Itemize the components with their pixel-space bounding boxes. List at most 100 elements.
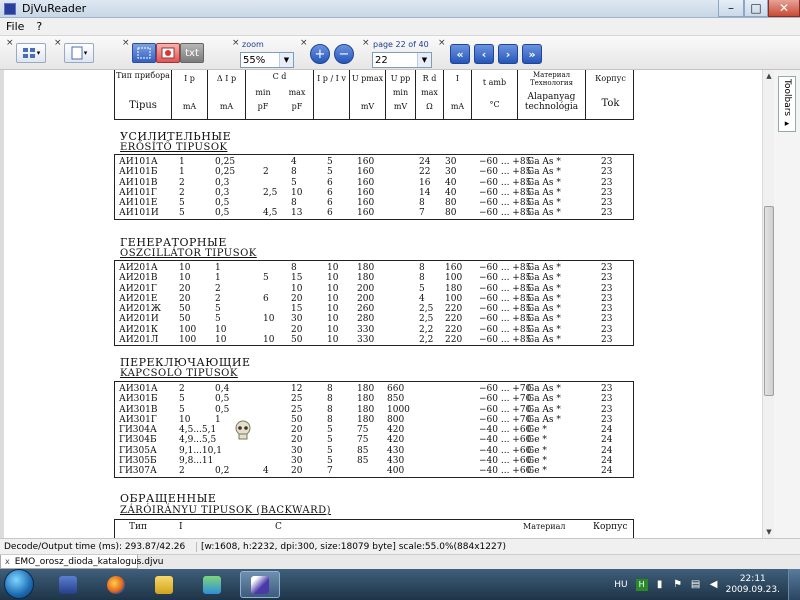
start-button[interactable] (4, 569, 34, 599)
file-tab[interactable]: x EMO_orosz_dioda_katalogus.djvu (0, 555, 163, 569)
layout-menu-button[interactable]: ▾ (16, 43, 46, 63)
toolbar-close-icon[interactable]: × (54, 39, 62, 48)
table-cell: −40 ... +60 (479, 435, 532, 446)
volume-icon[interactable]: ◀ (708, 579, 720, 591)
page-view-button[interactable]: ▾ (64, 43, 94, 63)
table-cell: 16 (419, 177, 431, 188)
status-bar: Decode/Output time (ms): 293.87/42.26 [w… (0, 538, 800, 554)
table-cell: 9,8...11 (179, 456, 214, 467)
text-mode-button[interactable]: txt (180, 43, 204, 63)
table-row: АИ201Л 100 10 10 50 10 330 2,2 220 −60 ... +85 Ga … (115, 335, 633, 345)
table-cell: 23 (601, 283, 613, 294)
table-cell: АИ101Е (119, 198, 158, 209)
vertical-scrollbar[interactable]: ▲ ▼ (762, 70, 774, 538)
maximize-button[interactable]: □ (744, 0, 768, 17)
table-cell: 23 (601, 414, 613, 425)
table-cell: 23 (601, 293, 613, 304)
menu-file[interactable]: File (0, 20, 30, 33)
page-select[interactable]: 22 ▼ (372, 52, 432, 68)
table-cell: 400 (387, 466, 405, 477)
page-label: page 22 of 40 (373, 40, 429, 49)
table-row: АИ201В 10 1 5 15 10 180 8 100 −60 ... +85 Ga As * 2… (115, 273, 633, 283)
header-ratio: I p / I v (313, 70, 349, 120)
table-cell: 4 (419, 293, 425, 304)
previous-page-icon: ‹ (481, 47, 487, 61)
minimize-button[interactable]: – (718, 0, 744, 17)
zoom-out-button[interactable]: − (334, 44, 354, 64)
network-icon[interactable]: ▤ (690, 579, 702, 591)
data-table: АИ101А 1 0,25 4 5 160 24 30 −60 ... +85 Ga As * 23… (114, 154, 634, 220)
clock[interactable]: 22:11 2009.09.23. (726, 574, 780, 596)
tray-app-icon[interactable]: H (635, 578, 648, 591)
header-type: Тип прибора Tipus (115, 70, 171, 120)
table-cell: Ga As * (527, 394, 561, 405)
table-cell: 5 (215, 314, 221, 325)
next-page-icon: › (505, 47, 511, 61)
taskbar-firefox[interactable] (96, 571, 136, 598)
table-cell: 4,5...5,1 (179, 425, 217, 436)
document-page: Тип прибора Tipus I p mA Δ I p mA C d mi… (112, 70, 664, 538)
table-cell: 15 (291, 304, 303, 315)
next-page-button[interactable]: › (498, 44, 518, 64)
table-cell: 24 (601, 425, 613, 436)
table-cell: −60 ... +85 (479, 273, 532, 284)
djvureader-icon (251, 575, 269, 594)
toolbar-close-icon[interactable]: × (232, 39, 240, 48)
zoom-select[interactable]: 55% ▼ (240, 52, 294, 68)
first-page-button[interactable]: « (450, 44, 470, 64)
table-cell: 40 (445, 177, 457, 188)
table-cell: 24 (419, 157, 431, 167)
table-cell: 0,2 (215, 466, 230, 477)
header-ratio-label: I p / I v (317, 74, 346, 83)
close-button[interactable]: ✕ (768, 0, 800, 17)
table-cell: 330 (357, 324, 375, 335)
image-mode-button[interactable] (156, 43, 180, 63)
toolbar-close-icon[interactable]: × (300, 39, 308, 48)
table-cell: 0,4 (215, 384, 230, 394)
last-page-button[interactable]: » (522, 44, 542, 64)
language-indicator[interactable]: HU (614, 580, 627, 590)
toolbar-close-icon[interactable]: × (438, 39, 446, 48)
table-row: АИ101Б 1 0,25 2 8 5 160 22 30 −60 ... +85 Ga As * 2… (115, 167, 633, 177)
menu-help[interactable]: ? (30, 20, 48, 33)
taskbar-djvureader[interactable] (240, 571, 280, 598)
taskbar-people[interactable] (192, 571, 232, 598)
table-cell: 2,5 (263, 187, 278, 198)
menu-bar: File ? (0, 18, 800, 36)
taskbar-media-player[interactable] (48, 571, 88, 598)
table-cell: 220 (445, 314, 463, 325)
flag-icon[interactable]: ⚑ (672, 579, 684, 591)
table-cell: Ga As * (527, 414, 561, 425)
table-cell: АИ101А (119, 157, 158, 167)
table-cell: Ga As * (527, 208, 561, 219)
scrollbar-thumb[interactable] (764, 206, 774, 396)
document-view[interactable]: Тип прибора Tipus I p mA Δ I p mA C d mi… (0, 70, 762, 538)
table-cell: 10 (263, 335, 275, 346)
table-cell: 85 (357, 456, 369, 467)
toolbar-close-icon[interactable]: × (6, 39, 14, 48)
show-desktop-button[interactable] (788, 569, 800, 600)
picture-icon (161, 47, 175, 59)
zoom-label: zoom (242, 40, 264, 49)
header-material-ru: Материал Технология (529, 71, 574, 87)
toolbar-close-icon[interactable]: × (362, 39, 370, 48)
table-cell: −60 ... +85 (479, 314, 532, 325)
table-cell: 2,5 (419, 314, 434, 325)
table-cell: −60 ... +85 (479, 324, 532, 335)
header-ip-label: I p (184, 74, 195, 83)
table-cell: −60 ... +70 (479, 384, 532, 394)
select-mode-button[interactable] (132, 43, 156, 63)
previous-page-button[interactable]: ‹ (474, 44, 494, 64)
table-cell: АИ301Г (119, 414, 157, 425)
zoom-in-button[interactable]: + (310, 44, 330, 64)
taskbar-explorer[interactable] (144, 571, 184, 598)
table-cell: 10 (327, 283, 339, 294)
battery-icon[interactable]: ▮ (654, 579, 666, 591)
table-cell: ГИ305А (119, 445, 157, 456)
data-table: АИ201А 10 1 8 10 180 8 160 −60 ... +85 Ga As * 23 А… (114, 260, 634, 346)
header-dip-label: Δ I p (216, 74, 237, 83)
close-tab-icon[interactable]: x (5, 557, 10, 566)
header-case-ru: Корпус (595, 74, 626, 83)
toolbar-close-icon[interactable]: × (122, 39, 130, 48)
toolbars-tab[interactable]: Toolbars ▸ (778, 76, 796, 132)
